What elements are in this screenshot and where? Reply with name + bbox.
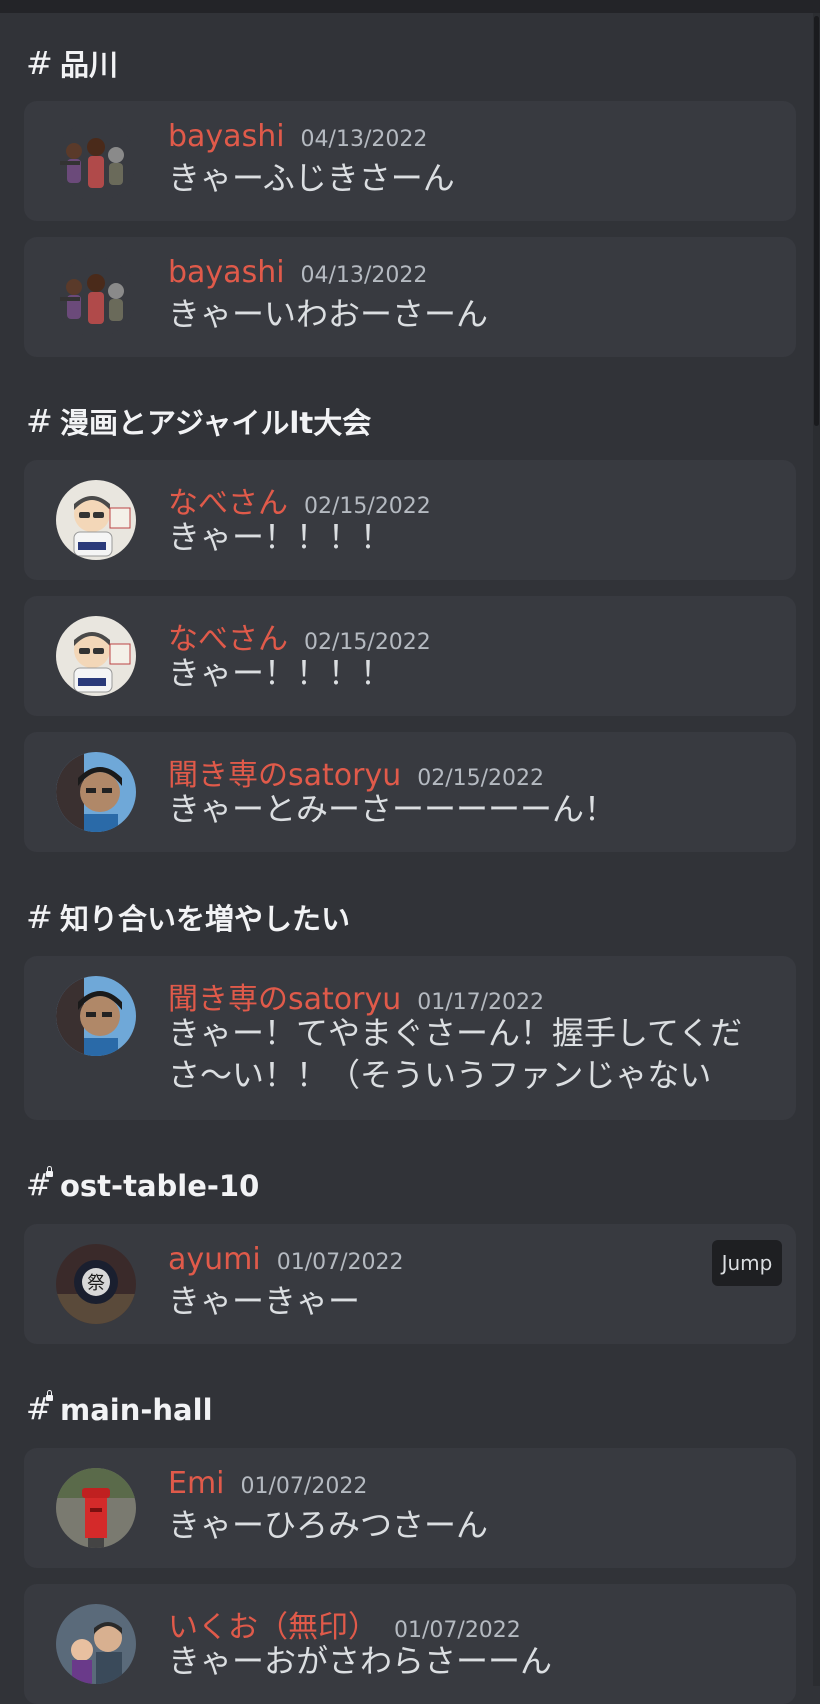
avatar[interactable] [56, 121, 136, 201]
channel-name: main-hall [60, 1393, 213, 1427]
author-name[interactable]: Emi [168, 1466, 225, 1501]
channel-header[interactable]: # ost-table-10 [26, 1166, 259, 1206]
author-name[interactable]: bayashi [168, 119, 285, 154]
author-name[interactable]: ayumi [168, 1242, 261, 1277]
message-text: きゃー！！！！ [168, 518, 393, 556]
channel-header[interactable]: # 品川 [26, 43, 118, 83]
avatar[interactable] [56, 752, 136, 832]
timestamp: 01/07/2022 [276, 1250, 404, 1275]
message-text-line: きゃー！てやまぐさーん！握手してくだ [168, 1014, 743, 1052]
channel-header[interactable]: # 漫画とアジャイルlt大会 [26, 401, 371, 441]
hash-lock-icon: # [26, 1166, 53, 1203]
timestamp: 01/07/2022 [240, 1474, 368, 1499]
message-text: きゃーいわおーさーん [168, 295, 489, 333]
avatar[interactable] [56, 616, 136, 696]
message-result[interactable]: 祭 ayumi 01/07/2022 きゃーきゃー Jump [24, 1224, 796, 1344]
hash-lock-icon: # [26, 1390, 53, 1427]
channel-name: 知り合いを増やしたい [60, 902, 351, 936]
message-text: きゃーとみーさーーーーーん！ [168, 790, 617, 828]
avatar[interactable] [56, 976, 136, 1056]
hash-icon: # [26, 402, 53, 440]
message-text: きゃーひろみつさーん [168, 1506, 489, 1544]
timestamp: 04/13/2022 [300, 127, 428, 152]
message-result[interactable]: なべさん 02/15/2022 きゃー！！！！ [24, 596, 796, 716]
message-result[interactable]: なべさん 02/15/2022 きゃー！！！！ [24, 460, 796, 580]
message-meta: bayashi 04/13/2022 [168, 255, 427, 290]
message-meta: bayashi 04/13/2022 [168, 119, 427, 154]
message-meta: Emi 01/07/2022 [168, 1466, 367, 1501]
message-text: きゃー！！！！ [168, 654, 393, 692]
search-results: # 品川 bayashi 04/13/2022 きゃーふじきさーん bayash… [0, 0, 813, 1704]
jump-button[interactable]: Jump [712, 1240, 782, 1286]
message-result[interactable]: bayashi 04/13/2022 きゃーいわおーさーん [24, 237, 796, 357]
hash-icon: # [26, 44, 53, 82]
author-name[interactable]: bayashi [168, 255, 285, 290]
message-result[interactable]: 聞き専のsatoryu 01/17/2022 きゃー！てやまぐさーん！握手してく… [24, 956, 796, 1120]
message-result[interactable]: Emi 01/07/2022 きゃーひろみつさーん [24, 1448, 796, 1568]
channel-header[interactable]: # 知り合いを増やしたい [26, 897, 350, 937]
channel-name: ost-table-10 [60, 1169, 260, 1203]
scrollbar-thumb[interactable] [814, 16, 819, 426]
message-result[interactable]: いくお（無印） 01/07/2022 きゃーおがさわらさーーん [24, 1584, 796, 1704]
avatar[interactable] [56, 257, 136, 337]
channel-name: 品川 [60, 48, 119, 82]
message-text: きゃーおがさわらさーーん [168, 1642, 553, 1680]
message-result[interactable]: bayashi 04/13/2022 きゃーふじきさーん [24, 101, 796, 221]
message-meta: ayumi 01/07/2022 [168, 1242, 404, 1277]
timestamp: 04/13/2022 [300, 263, 428, 288]
hash-icon: # [26, 898, 53, 936]
message-text: きゃーふじきさーん [168, 159, 455, 197]
svg-text:祭: 祭 [87, 1273, 105, 1294]
channel-header[interactable]: # main-hall [26, 1390, 213, 1430]
message-text: きゃーきゃー [168, 1282, 361, 1320]
channel-name: 漫画とアジャイルlt大会 [60, 406, 372, 440]
message-result[interactable]: 聞き専のsatoryu 02/15/2022 きゃーとみーさーーーーーん！ [24, 732, 796, 852]
avatar[interactable] [56, 1468, 136, 1548]
message-text-line: さ～い！！（そういうファンじゃない [168, 1056, 712, 1094]
avatar[interactable] [56, 1604, 136, 1684]
avatar[interactable]: 祭 [56, 1244, 136, 1324]
avatar[interactable] [56, 480, 136, 560]
